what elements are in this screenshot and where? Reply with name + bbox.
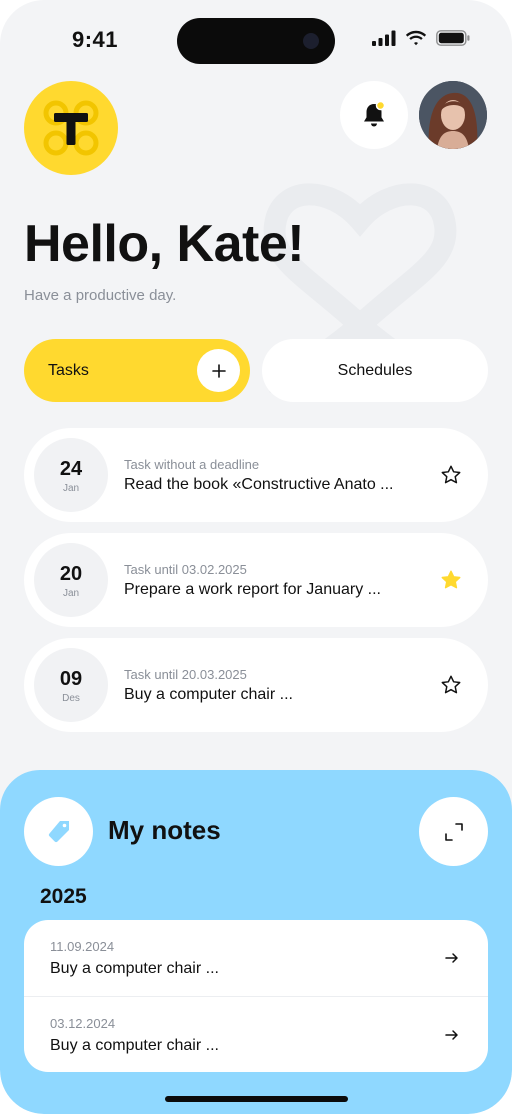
task-deadline: Task without a deadline <box>124 457 260 472</box>
task-day: 20 <box>59 563 83 585</box>
star-outline-icon[interactable] <box>440 464 462 486</box>
plus-icon <box>211 363 226 378</box>
expand-notes-button[interactable] <box>419 797 488 866</box>
task-item[interactable]: 24 Jan Task without a deadline Read the … <box>24 428 488 522</box>
arrow-right-icon[interactable] <box>444 1027 460 1043</box>
task-item[interactable]: 09 Des Task until 20.03.2025 Buy a compu… <box>24 638 488 732</box>
notes-list: 11.09.2024 Buy a computer chair ... 03.1… <box>24 920 488 1072</box>
greeting-subtitle: Have a productive day. <box>24 287 177 304</box>
user-avatar[interactable] <box>419 81 487 149</box>
camera-icon <box>303 33 319 49</box>
status-icons <box>372 30 470 46</box>
tag-icon <box>48 820 69 842</box>
task-title: Read the book «Constructive Anato ... <box>124 476 394 493</box>
task-day: 09 <box>59 668 83 690</box>
tab-tasks[interactable]: Tasks <box>24 339 250 402</box>
note-date: 03.12.2024 <box>50 1016 116 1031</box>
task-item[interactable]: 20 Jan Task until 03.02.2025 Prepare a w… <box>24 533 488 627</box>
star-filled-icon[interactable] <box>440 569 462 591</box>
notes-tag-button[interactable] <box>24 797 93 866</box>
note-item[interactable]: 11.09.2024 Buy a computer chair ... <box>24 920 488 996</box>
tab-tasks-label: Tasks <box>48 361 89 379</box>
notes-panel: My notes 2025 11.09.2024 Buy a computer … <box>0 770 512 1114</box>
notes-year: 2025 <box>40 885 87 908</box>
app-logo[interactable] <box>24 81 118 175</box>
task-date: 09 Des <box>34 648 108 722</box>
notifications-button[interactable] <box>340 81 408 149</box>
greeting-title: Hello, Kate! <box>24 215 305 273</box>
expand-icon <box>444 822 463 841</box>
signal-icon <box>372 30 396 46</box>
tab-schedules-label: Schedules <box>337 361 413 379</box>
note-date: 11.09.2024 <box>50 939 115 954</box>
task-list: 24 Jan Task without a deadline Read the … <box>24 428 488 743</box>
dynamic-island <box>177 18 335 64</box>
task-title: Buy a computer chair ... <box>124 686 293 703</box>
task-month: Jan <box>62 588 80 599</box>
battery-icon <box>436 30 470 46</box>
wifi-icon <box>405 30 427 46</box>
note-title: Buy a computer chair ... <box>50 960 219 977</box>
star-outline-icon[interactable] <box>440 674 462 696</box>
task-day: 24 <box>59 458 83 480</box>
avatar-image <box>419 81 487 149</box>
home-indicator[interactable] <box>165 1096 348 1102</box>
task-date: 24 Jan <box>34 438 108 512</box>
task-month: Des <box>62 693 80 704</box>
logo-mark-icon <box>43 100 99 156</box>
task-deadline: Task until 20.03.2025 <box>124 667 247 682</box>
note-title: Buy a computer chair ... <box>50 1037 219 1054</box>
arrow-right-icon[interactable] <box>444 950 460 966</box>
task-date: 20 Jan <box>34 543 108 617</box>
task-month: Jan <box>62 483 80 494</box>
add-task-button[interactable] <box>197 349 240 392</box>
status-time: 9:41 <box>72 27 119 52</box>
tab-schedules[interactable]: Schedules <box>262 339 488 402</box>
task-title: Prepare a work report for January ... <box>124 581 381 598</box>
task-deadline: Task until 03.02.2025 <box>124 562 247 577</box>
notes-title: My notes <box>108 815 221 845</box>
note-item[interactable]: 03.12.2024 Buy a computer chair ... <box>24 996 488 1072</box>
bell-icon <box>364 101 386 127</box>
app-screen: 9:41 Hello, Kate! Have a productive day.… <box>0 0 512 1114</box>
